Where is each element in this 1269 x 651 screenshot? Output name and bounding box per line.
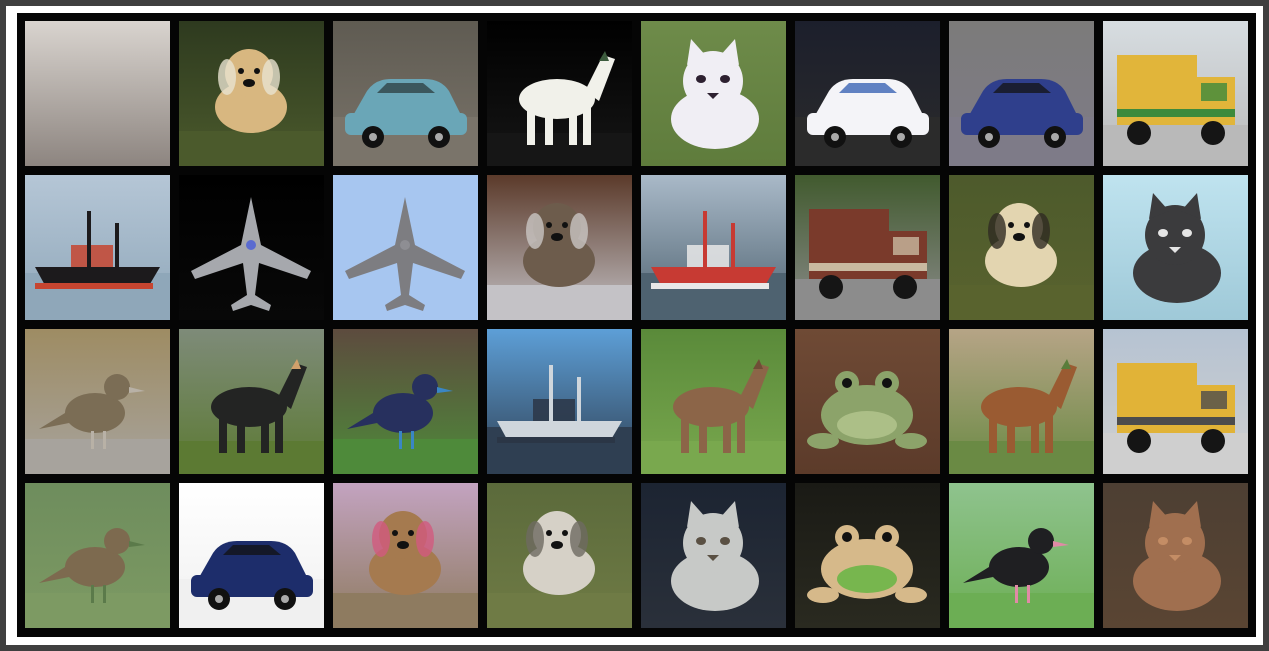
car-icon bbox=[949, 21, 1094, 166]
image-tile-2 bbox=[179, 21, 324, 166]
image-tile-31 bbox=[949, 483, 1094, 628]
image-tile-3 bbox=[333, 21, 478, 166]
image-tile-16 bbox=[1103, 175, 1248, 320]
image-tile-15 bbox=[949, 175, 1094, 320]
image-tile-21 bbox=[641, 329, 786, 474]
image-tile-23 bbox=[949, 329, 1094, 474]
image-tile-19 bbox=[333, 329, 478, 474]
image-tile-1 bbox=[25, 21, 170, 166]
truck-icon bbox=[1103, 329, 1248, 474]
image-tile-28 bbox=[487, 483, 632, 628]
image-tile-6 bbox=[795, 21, 940, 166]
bird-icon bbox=[25, 483, 170, 628]
image-tile-17 bbox=[25, 329, 170, 474]
image-tile-12 bbox=[487, 175, 632, 320]
horse-icon bbox=[487, 21, 632, 166]
frog-icon bbox=[795, 483, 940, 628]
horse-icon bbox=[949, 329, 1094, 474]
image-tile-18 bbox=[179, 329, 324, 474]
image-tile-13 bbox=[641, 175, 786, 320]
image-tile-8 bbox=[1103, 21, 1248, 166]
image-tile-5 bbox=[641, 21, 786, 166]
frog-icon bbox=[795, 329, 940, 474]
ship-icon bbox=[641, 175, 786, 320]
car-icon bbox=[795, 21, 940, 166]
dog-icon bbox=[333, 483, 478, 628]
car-icon bbox=[179, 483, 324, 628]
image-tile-14 bbox=[795, 175, 940, 320]
car-icon bbox=[333, 21, 478, 166]
airplane-icon bbox=[333, 175, 478, 320]
dog-icon bbox=[487, 175, 632, 320]
ship-icon bbox=[487, 329, 632, 474]
image-tile-20 bbox=[487, 329, 632, 474]
horse-icon bbox=[179, 329, 324, 474]
cat-icon bbox=[1103, 175, 1248, 320]
airplane-icon bbox=[179, 175, 324, 320]
image-tile-9 bbox=[25, 175, 170, 320]
image-tile-29 bbox=[641, 483, 786, 628]
image-grid bbox=[17, 13, 1256, 637]
truck-icon bbox=[25, 21, 170, 166]
bird-icon bbox=[949, 483, 1094, 628]
truck-icon bbox=[795, 175, 940, 320]
image-tile-24 bbox=[1103, 329, 1248, 474]
image-tile-11 bbox=[333, 175, 478, 320]
image-tile-26 bbox=[179, 483, 324, 628]
image-tile-32 bbox=[1103, 483, 1248, 628]
dog-icon bbox=[487, 483, 632, 628]
image-tile-7 bbox=[949, 21, 1094, 166]
bird-icon bbox=[25, 329, 170, 474]
cat-icon bbox=[641, 21, 786, 166]
image-tile-4 bbox=[487, 21, 632, 166]
image-tile-25 bbox=[25, 483, 170, 628]
cat-icon bbox=[641, 483, 786, 628]
image-tile-27 bbox=[333, 483, 478, 628]
image-tile-22 bbox=[795, 329, 940, 474]
truck-icon bbox=[1103, 21, 1248, 166]
bird-icon bbox=[333, 329, 478, 474]
image-tile-10 bbox=[179, 175, 324, 320]
dog-icon bbox=[949, 175, 1094, 320]
image-tile-30 bbox=[795, 483, 940, 628]
dog-icon bbox=[179, 21, 324, 166]
cat-icon bbox=[1103, 483, 1248, 628]
horse-icon bbox=[641, 329, 786, 474]
ship-icon bbox=[25, 175, 170, 320]
